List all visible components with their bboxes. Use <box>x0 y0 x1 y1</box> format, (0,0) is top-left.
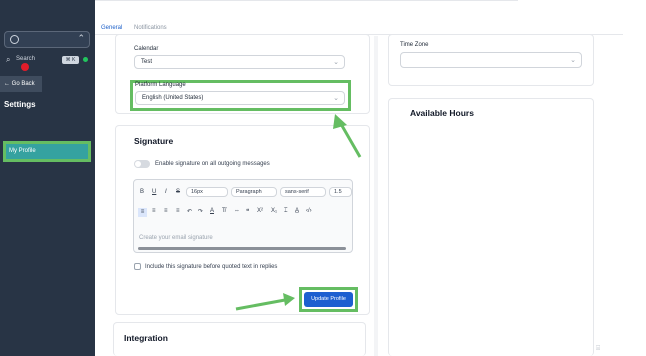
chevron-down-icon: ⌄ <box>333 59 339 66</box>
redo-icon[interactable]: ↷ <box>198 208 203 215</box>
search-shortcut-badge: ⌘ K <box>62 56 79 64</box>
top-divider <box>95 0 518 1</box>
include-signature-label: Include this signature before quoted tex… <box>145 264 278 270</box>
code-icon[interactable]: ‹/› <box>306 208 312 214</box>
link-icon[interactable]: ⇔ <box>234 208 240 214</box>
available-hours-card <box>388 98 594 356</box>
go-back-button[interactable]: ← Go Back <box>0 76 42 92</box>
signature-toggle-label: Enable signature on all outgoing message… <box>155 161 270 167</box>
integration-title: Integration <box>124 333 168 343</box>
strikethrough-button[interactable]: S <box>176 189 180 195</box>
chevron-down-icon: ⌄ <box>570 57 576 64</box>
chevron-down-icon: ⌄ <box>333 95 339 102</box>
tab-notifications[interactable]: Notifications <box>134 25 167 31</box>
align-left-icon[interactable]: ≡ <box>138 208 147 217</box>
signature-editor[interactable]: B U I S 16px Paragraph sans-serif 1.5 ≡ … <box>133 179 353 253</box>
block-type-select[interactable]: Paragraph <box>231 187 277 197</box>
bold-button[interactable]: B <box>140 189 144 195</box>
cursor-marker <box>21 63 29 71</box>
line-height-select[interactable]: 1.5 <box>329 187 352 197</box>
workspace-select[interactable]: ⌃ <box>4 31 90 48</box>
tab-general[interactable]: General <box>101 25 122 31</box>
text-color-icon[interactable]: A <box>210 208 214 214</box>
time-zone-label: Time Zone <box>400 42 429 48</box>
status-dot <box>83 57 88 62</box>
search-placeholder: Search <box>16 56 36 62</box>
chevron-updown-icon: ⌃ <box>77 33 85 43</box>
undo-icon[interactable]: ↶ <box>187 208 192 215</box>
available-hours-title: Available Hours <box>410 108 474 118</box>
highlight-icon[interactable]: A̲ <box>295 208 299 214</box>
clear-format-icon[interactable]: T̸ <box>222 208 226 214</box>
calendar-value: Test <box>141 59 153 65</box>
page-scrollbar[interactable] <box>374 36 378 356</box>
settings-title: Settings <box>4 100 36 109</box>
update-profile-highlight: Update Profile <box>299 287 358 312</box>
signature-toggle[interactable] <box>134 160 150 168</box>
search-icon: ⌕ <box>6 55 11 64</box>
font-family-select[interactable]: sans-serif <box>280 187 326 197</box>
align-right-icon[interactable]: ≡ <box>164 208 168 214</box>
signature-placeholder: Create your email signature <box>139 235 213 241</box>
subscript-icon[interactable]: X₁ <box>271 208 277 214</box>
signature-title: Signature <box>134 136 174 146</box>
format-icon[interactable]: ⌶ <box>284 208 288 215</box>
sidebar-item-my-profile[interactable]: My Profile <box>3 141 91 162</box>
font-size-select[interactable]: 16px <box>186 187 228 197</box>
italic-button[interactable]: I <box>165 189 167 195</box>
tab-bar: General Notifications <box>95 0 646 36</box>
superscript-icon[interactable]: X² <box>257 208 263 214</box>
search-field[interactable]: ⌕ Search ⌘ K <box>4 55 90 67</box>
app-root: ⌃ ⌕ Search ⌘ K ← Go Back Settings My Pro… <box>0 0 646 356</box>
quote-icon[interactable]: ❝ <box>246 208 249 215</box>
sidebar: ⌃ ⌕ Search ⌘ K ← Go Back Settings My Pro… <box>0 0 95 356</box>
underline-button[interactable]: U <box>152 189 156 195</box>
update-profile-button[interactable]: Update Profile <box>304 292 353 307</box>
calendar-label: Calendar <box>134 46 159 52</box>
align-center-icon[interactable]: ≡ <box>152 208 156 214</box>
platform-language-select[interactable]: English (United States) ⌄ <box>135 91 345 105</box>
time-zone-select[interactable]: ⌄ <box>400 52 582 68</box>
corner-mark: ⌸ <box>596 345 601 352</box>
toggle-knob <box>135 161 141 167</box>
platform-language-label: Platform Language <box>135 82 186 88</box>
editor-scrollbar[interactable] <box>138 247 346 250</box>
include-signature-checkbox[interactable] <box>134 263 141 270</box>
calendar-select[interactable]: Test ⌄ <box>134 55 345 69</box>
platform-language-value: English (United States) <box>142 95 204 101</box>
workspace-icon <box>10 35 19 44</box>
align-justify-icon[interactable]: ≡ <box>176 208 180 214</box>
